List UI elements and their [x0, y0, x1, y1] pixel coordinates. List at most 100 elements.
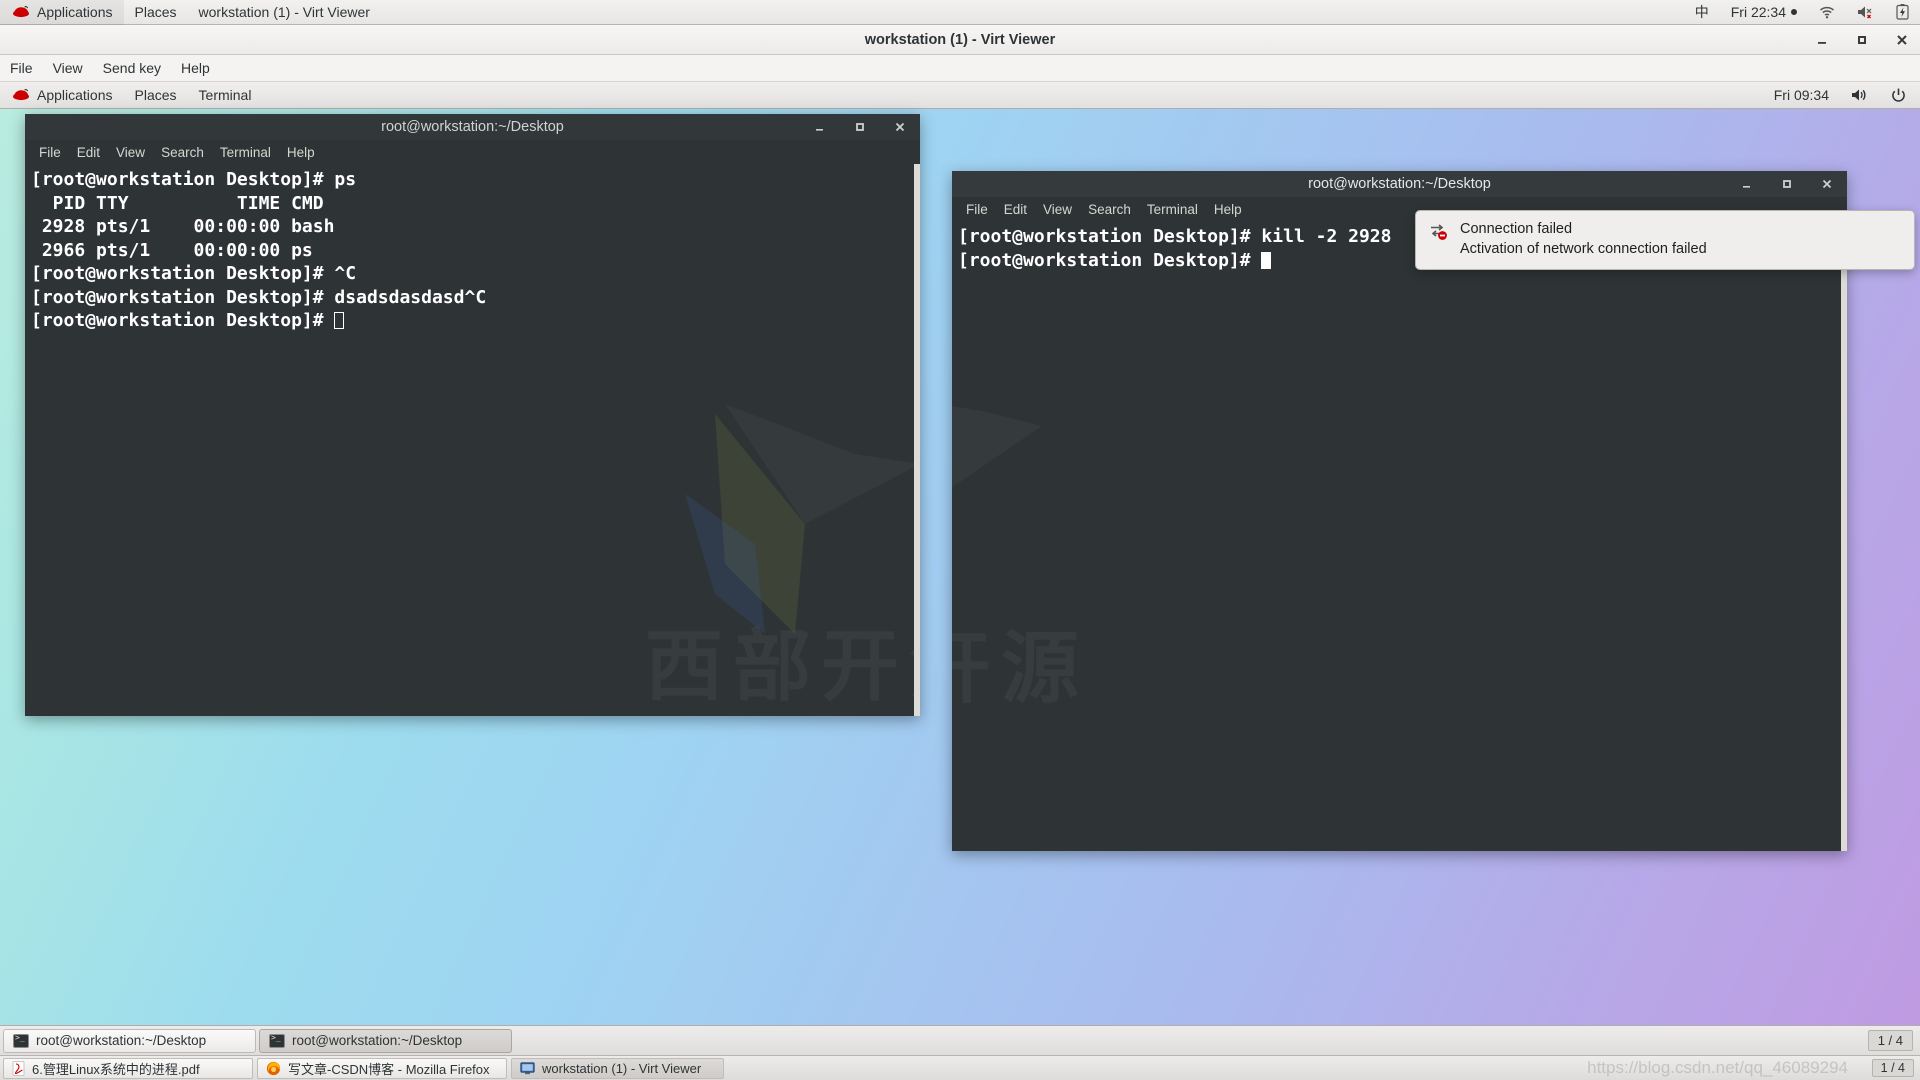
terminal-watermark: 西部开源: [952, 221, 1847, 851]
term-right-menu-file[interactable]: File: [958, 197, 996, 221]
terminal-left-line-2: 2928 pts/1 00:00:00 bash: [31, 216, 335, 237]
vv-menu-file[interactable]: File: [0, 55, 43, 82]
host-task-label-firefox: 写文章-CSDN博客 - Mozilla Firefox: [288, 1061, 490, 1077]
guest-applications-label: Applications: [37, 87, 113, 103]
power-icon[interactable]: [1880, 83, 1920, 108]
guest-applications-menu[interactable]: Applications: [0, 83, 124, 108]
close-icon[interactable]: [1892, 30, 1912, 50]
terminal-left-line-1: PID TTY TIME CMD: [31, 192, 324, 214]
notification-dot-icon: [1791, 9, 1797, 15]
terminal-left-titlebar[interactable]: root@workstation:~/Desktop: [25, 114, 920, 140]
input-method-label: 中: [1694, 4, 1709, 20]
guest-active-window-title[interactable]: Terminal: [188, 83, 263, 108]
terminal-icon: [13, 1033, 29, 1048]
term-right-menu-edit[interactable]: Edit: [996, 197, 1035, 221]
terminal-window-right[interactable]: root@workstation:~/Desktop File Edit Vie…: [952, 171, 1847, 851]
terminal-right-line-1: [root@workstation Desktop]#: [958, 249, 1262, 271]
term-right-menu-help[interactable]: Help: [1206, 197, 1250, 221]
terminal-left-title: root@workstation:~/Desktop: [381, 119, 564, 135]
minimize-icon[interactable]: [1737, 174, 1757, 194]
vv-menu-send-key[interactable]: Send key: [93, 55, 171, 82]
terminal-left-output: [root@workstation Desktop]# ps PID TTY T…: [31, 168, 914, 333]
guest-active-window-label: Terminal: [198, 87, 252, 103]
host-places-label: Places: [134, 4, 177, 20]
term-left-menu-edit[interactable]: Edit: [69, 140, 108, 164]
guest-taskbar: root@workstation:~/Desktop root@workstat…: [0, 1025, 1920, 1055]
terminal-right-line-0: [root@workstation Desktop]# kill -2 2928: [958, 226, 1392, 247]
terminal-left-scrollbar[interactable]: [914, 164, 920, 716]
terminal-left-window-controls: [810, 114, 910, 140]
host-taskbar: 6.管理Linux系统中的进程.pdf 写文章-CSDN博客 - Mozilla…: [0, 1055, 1920, 1080]
host-applications-menu[interactable]: Applications: [0, 0, 124, 25]
virt-viewer-title: workstation (1) - Virt Viewer: [864, 31, 1056, 48]
term-left-menu-terminal[interactable]: Terminal: [212, 140, 279, 164]
host-task-label-virt-viewer: workstation (1) - Virt Viewer: [542, 1060, 702, 1076]
close-icon[interactable]: [890, 117, 910, 137]
virt-viewer-titlebar[interactable]: workstation (1) - Virt Viewer: [0, 25, 1920, 55]
minimize-icon[interactable]: [810, 117, 830, 137]
notification-popup[interactable]: Connection failed Activation of network …: [1415, 210, 1915, 270]
guest-screen: Applications Places Terminal Fri 09:34 r…: [0, 82, 1920, 1055]
virt-viewer-window-controls: [1812, 25, 1912, 55]
close-icon[interactable]: [1817, 174, 1837, 194]
host-active-window-title[interactable]: workstation (1) - Virt Viewer: [188, 0, 381, 25]
notification-body: Connection failed Activation of network …: [1460, 221, 1707, 257]
guest-places-menu[interactable]: Places: [124, 83, 188, 108]
host-applications-label: Applications: [37, 4, 113, 20]
host-clock[interactable]: Fri 22:34: [1720, 0, 1808, 25]
terminal-right-title: root@workstation:~/Desktop: [1308, 176, 1491, 192]
term-left-menu-view[interactable]: View: [108, 140, 153, 164]
volume-muted-icon[interactable]: [1846, 0, 1885, 25]
notification-title: Connection failed: [1460, 221, 1573, 237]
terminal-right-titlebar[interactable]: root@workstation:~/Desktop: [952, 171, 1847, 197]
host-top-panel: Applications Places workstation (1) - Vi…: [0, 0, 1920, 25]
host-workspace-switcher[interactable]: 1 / 4: [1871, 1059, 1914, 1077]
network-error-icon: [1430, 223, 1448, 241]
term-right-menu-view[interactable]: View: [1035, 197, 1080, 221]
term-right-menu-terminal[interactable]: Terminal: [1139, 197, 1206, 221]
maximize-icon[interactable]: [1852, 30, 1872, 50]
maximize-icon[interactable]: [850, 117, 870, 137]
firefox-icon: [266, 1061, 281, 1076]
term-left-menu-help[interactable]: Help: [279, 140, 323, 164]
vv-menu-help[interactable]: Help: [171, 55, 220, 82]
terminal-icon: [269, 1033, 285, 1048]
terminal-right-scrollbar[interactable]: [1841, 221, 1847, 851]
virt-viewer-menubar: File View Send key Help: [0, 55, 1920, 82]
host-places-menu[interactable]: Places: [124, 0, 188, 25]
guest-workspace-switcher[interactable]: 1 / 4: [1867, 1030, 1913, 1051]
terminal-left-cursor: [334, 312, 345, 329]
host-task-button-virt-viewer[interactable]: workstation (1) - Virt Viewer: [511, 1057, 724, 1079]
notification-text: Activation of network connection failed: [1460, 241, 1707, 257]
maximize-icon[interactable]: [1777, 174, 1797, 194]
term-left-menu-search[interactable]: Search: [153, 140, 212, 164]
terminal-right-body[interactable]: 西部开源 [root@workstation Desktop]# kill -2…: [952, 221, 1847, 851]
volume-icon[interactable]: [1840, 83, 1880, 108]
vv-menu-view[interactable]: View: [43, 55, 93, 82]
host-task-button-pdf[interactable]: 6.管理Linux系统中的进程.pdf: [3, 1057, 253, 1079]
guest-task-button-0[interactable]: root@workstation:~/Desktop: [3, 1028, 256, 1053]
terminal-window-left[interactable]: root@workstation:~/Desktop File Edit Vie…: [25, 114, 920, 716]
term-left-menu-file[interactable]: File: [31, 140, 69, 164]
guest-clock[interactable]: Fri 09:34: [1763, 83, 1840, 108]
host-task-label-pdf: 6.管理Linux系统中的进程.pdf: [32, 1061, 200, 1077]
battery-charging-icon[interactable]: [1885, 0, 1920, 25]
display-icon: [520, 1061, 535, 1075]
terminal-left-line-6: [root@workstation Desktop]#: [31, 310, 335, 331]
minimize-icon[interactable]: [1812, 30, 1832, 50]
terminal-left-line-5: [root@workstation Desktop]# dsadsdasdasd…: [31, 286, 487, 308]
term-right-menu-search[interactable]: Search: [1080, 197, 1139, 221]
guest-task-label-1: root@workstation:~/Desktop: [292, 1033, 463, 1048]
wifi-icon[interactable]: [1808, 0, 1846, 25]
pdf-icon: [12, 1060, 25, 1076]
terminal-left-line-3: 2966 pts/1 00:00:00 ps: [31, 239, 313, 261]
host-task-button-firefox[interactable]: 写文章-CSDN博客 - Mozilla Firefox: [257, 1057, 507, 1079]
guest-task-button-1[interactable]: root@workstation:~/Desktop: [259, 1028, 512, 1053]
input-method-indicator[interactable]: 中: [1684, 0, 1720, 25]
terminal-left-body[interactable]: 西部开源 [root@workstation Desktop]# ps PID …: [25, 164, 920, 716]
guest-top-panel: Applications Places Terminal Fri 09:34: [0, 82, 1920, 109]
virt-viewer-window: workstation (1) - Virt Viewer File View …: [0, 25, 1920, 1055]
guest-places-label: Places: [134, 87, 177, 103]
host-desktop: Applications Places workstation (1) - Vi…: [0, 0, 1920, 1080]
host-clock-label: Fri 22:34: [1730, 4, 1786, 20]
